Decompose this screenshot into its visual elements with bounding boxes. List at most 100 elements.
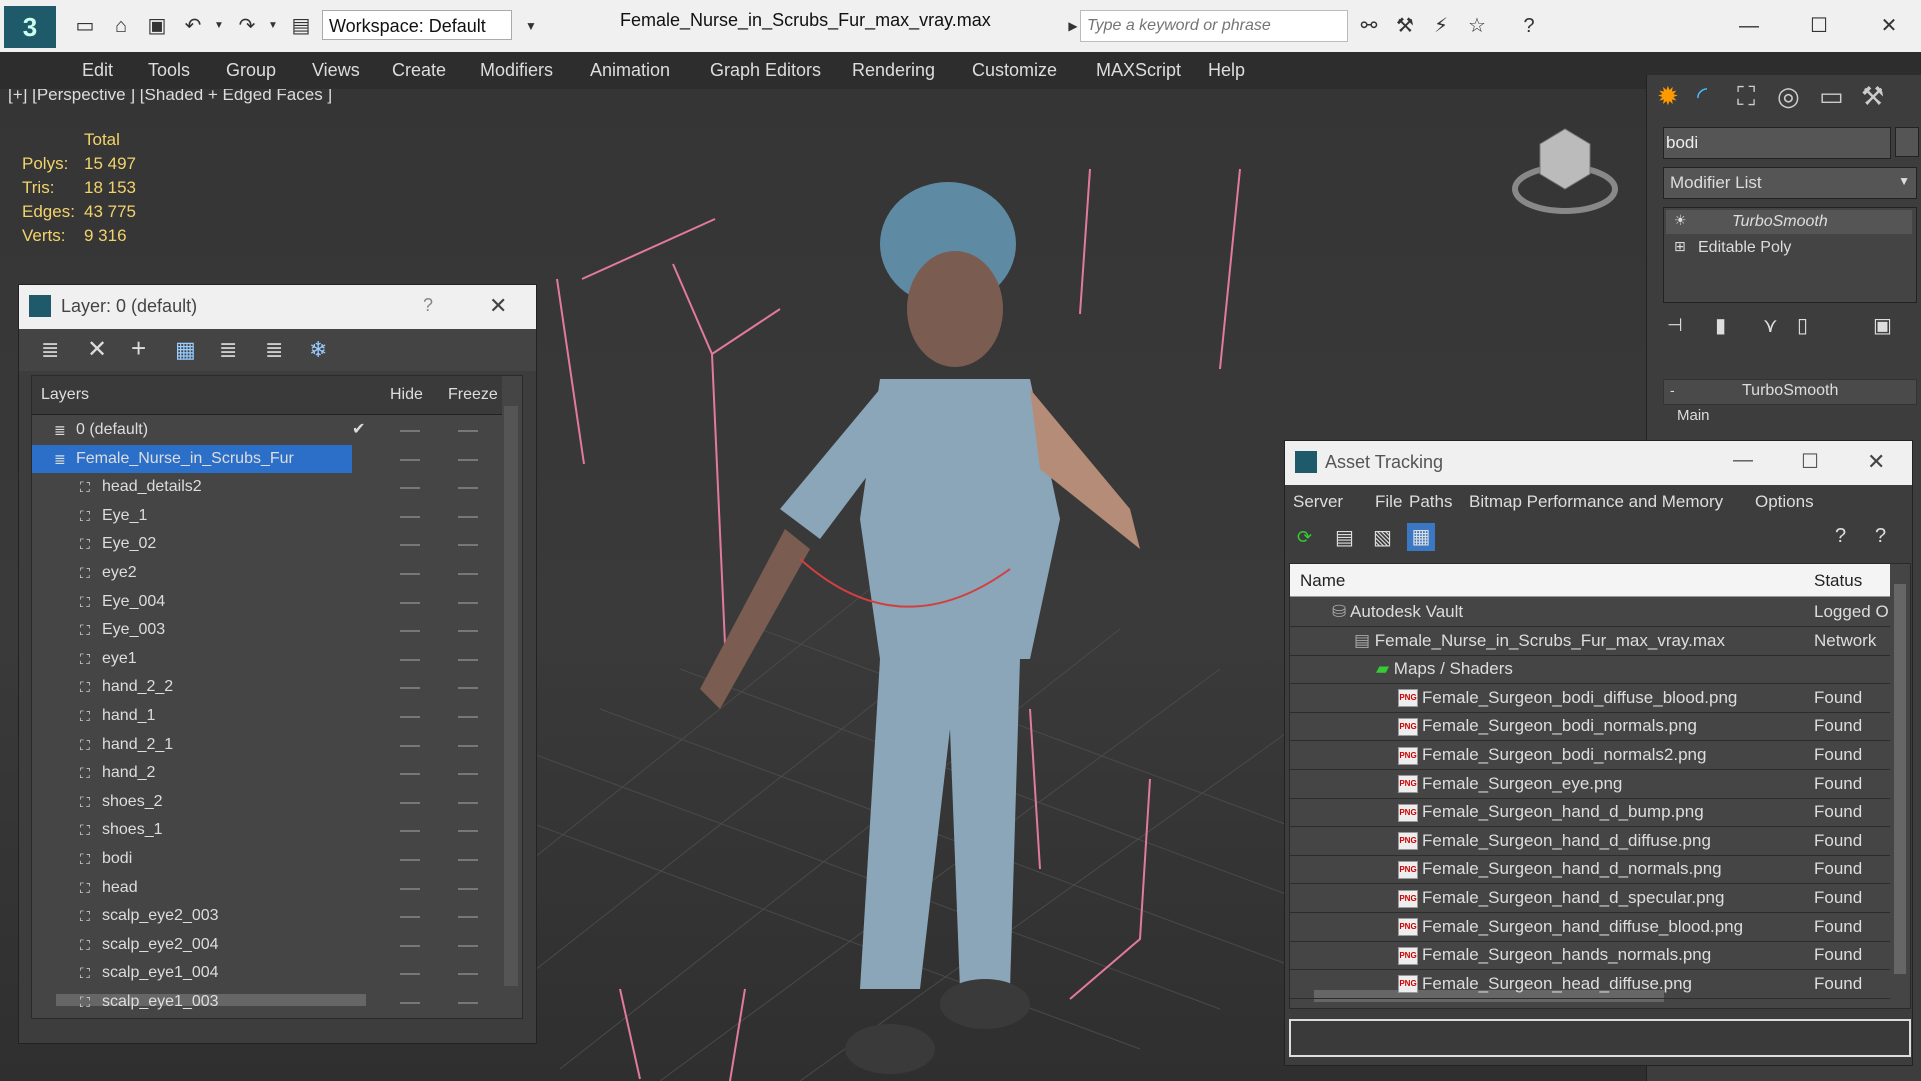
layer-row[interactable]: ⛶ scalp_eye2_003 [32,902,502,930]
asset-vscrollbar[interactable] [1894,584,1906,974]
make-unique-icon[interactable]: ⋎ [1763,313,1778,338]
hierarchy-tab-icon[interactable]: ⛶ [1737,81,1755,113]
refresh-icon[interactable]: ⟳ [1297,527,1312,548]
freeze-toggle[interactable] [458,944,478,947]
menu-animation[interactable]: Animation [590,60,670,81]
hide-toggle[interactable] [400,430,420,432]
bulb-icon[interactable]: ☀ [1674,212,1687,229]
layer-row[interactable]: ≣ Female_Nurse_in_Scrubs_Fur [32,444,478,473]
hide-toggle[interactable] [400,630,420,633]
layer-row[interactable]: ≣ 0 (default) ✔ [32,416,502,444]
menu-maxscript[interactable]: MAXScript [1096,60,1181,81]
hide-toggle[interactable] [400,515,420,518]
close-icon[interactable]: ✕ [1867,449,1885,475]
maximize-icon[interactable]: ☐ [1801,449,1819,474]
freeze-toggle[interactable] [458,601,478,604]
asset-menu-server[interactable]: Server [1293,492,1343,512]
layer-row[interactable]: ⛶ hand_2_2 [32,673,502,701]
col-freeze[interactable]: Freeze [448,386,498,404]
layer-row[interactable]: ⛶ scalp_eye1_004 [32,959,502,987]
layer-row[interactable]: ⛶ shoes_2 [32,788,502,816]
layer-row[interactable]: ⛶ head [32,874,502,902]
undo-dropdown-icon[interactable]: ▼ [206,14,232,38]
menu-rendering[interactable]: Rendering [852,60,935,81]
layer-row[interactable]: ⛶ Eye_003 [32,616,502,644]
remove-modifier-icon[interactable]: ▯ [1797,313,1808,338]
add-to-layer-icon[interactable]: + [131,333,146,364]
asset-row[interactable]: PNG Female_Surgeon_hand_diffuse_blood.png… [1290,913,1890,942]
table-view-icon[interactable]: ▦ [1407,523,1435,551]
communication-icon[interactable]: ⚡ [1428,14,1454,38]
freeze-toggle[interactable] [458,544,478,547]
hide-toggle[interactable] [400,458,420,461]
object-color-swatch[interactable] [1895,127,1919,157]
freeze-toggle[interactable] [458,973,478,976]
hide-all-icon[interactable]: ≣ [265,337,283,363]
binoculars-icon[interactable]: ⚯ [1356,14,1382,38]
menu-graph-editors[interactable]: Graph Editors [710,60,821,81]
hide-toggle[interactable] [400,887,420,890]
show-end-result-icon[interactable]: ▮ [1715,313,1726,338]
layer-row[interactable]: ⛶ shoes_1 [32,816,502,844]
menu-group[interactable]: Group [226,60,276,81]
col-name[interactable]: Name [1300,571,1345,591]
freeze-toggle[interactable] [458,573,478,575]
list-view-icon[interactable]: ▤ [1335,525,1354,550]
menu-modifiers[interactable]: Modifiers [480,60,553,81]
asset-row[interactable]: PNG Female_Surgeon_hand_d_bump.png Found [1290,798,1890,828]
asset-row[interactable]: PNG Female_Surgeon_eye.png Found [1290,770,1890,799]
layer-row[interactable]: ⛶ hand_2_1 [32,731,502,759]
freeze-toggle[interactable] [458,801,478,804]
minimize-icon[interactable]: — [1736,14,1762,38]
layer-help-icon[interactable]: ? [423,295,433,316]
create-tab-icon[interactable]: ✹ [1657,81,1679,112]
freeze-toggle[interactable] [458,430,478,432]
freeze-toggle[interactable] [458,458,478,461]
hide-toggle[interactable] [400,716,420,718]
viewport-label[interactable]: [+] [Perspective ] [Shaded + Edged Faces… [8,89,332,105]
stack-item-editable-poly[interactable]: ⊞ Editable Poly [1666,236,1912,260]
hide-toggle[interactable] [400,801,420,804]
save-file-icon[interactable]: ▣ [144,14,170,38]
app-logo-icon[interactable]: 3 [4,6,56,48]
workspace-dropdown[interactable]: Workspace: Default [322,10,512,40]
workspace-options-icon[interactable]: ▼ [518,14,544,38]
asset-status-field[interactable] [1289,1019,1911,1057]
menu-customize[interactable]: Customize [972,60,1057,81]
layer-row[interactable]: ⛶ scalp_eye1_003 [32,988,502,1016]
asset-row[interactable]: PNG Female_Surgeon_hands_normals.png Found [1290,941,1890,971]
hide-toggle[interactable] [400,601,420,604]
utilities-tab-icon[interactable]: ⚒ [1861,81,1884,112]
hide-toggle[interactable] [400,1002,420,1004]
asset-panel-header[interactable]: Asset Tracking — ☐ ✕ [1285,441,1912,485]
freeze-toggle[interactable] [458,658,478,661]
new-file-icon[interactable]: ▭ [72,14,98,38]
freeze-toggle[interactable] [458,830,478,833]
freeze-toggle[interactable] [458,487,478,490]
freeze-toggle[interactable] [458,744,478,747]
delete-layer-icon[interactable]: ✕ [87,335,107,364]
menu-views[interactable]: Views [312,60,360,81]
asset-row[interactable]: PNG Female_Surgeon_head_diffuse.png Found [1290,970,1890,999]
thumbnail-view-icon[interactable]: ▧ [1373,525,1392,550]
asset-row[interactable]: PNG Female_Surgeon_bodi_diffuse_blood.png… [1290,684,1890,713]
minimize-icon[interactable]: — [1733,449,1753,472]
vault-help-icon[interactable]: ? [1875,525,1886,548]
new-layer-icon[interactable]: ≣ [41,337,59,363]
open-file-icon[interactable]: ⌂ [108,14,134,38]
layer-close-icon[interactable]: ✕ [489,293,507,319]
hide-toggle[interactable] [400,487,420,490]
asset-menu-paths[interactable]: Paths [1409,492,1452,512]
freeze-toggle[interactable] [458,773,478,776]
layer-row[interactable]: ⛶ bodi [32,845,502,873]
current-layer-check-icon[interactable]: ✔ [352,416,365,444]
layer-row[interactable]: ⛶ hand_1 [32,702,502,730]
freeze-toggle[interactable] [458,630,478,633]
layer-row[interactable]: ⛶ scalp_eye2_004 [32,931,502,959]
layer-row[interactable]: ⛶ Eye_004 [32,588,502,616]
freeze-toggle[interactable] [458,859,478,861]
menu-tools[interactable]: Tools [148,60,190,81]
col-layers[interactable]: Layers [41,386,89,404]
hide-toggle[interactable] [400,916,420,919]
layer-panel-header[interactable]: Layer: 0 (default) ? ✕ [19,285,536,329]
